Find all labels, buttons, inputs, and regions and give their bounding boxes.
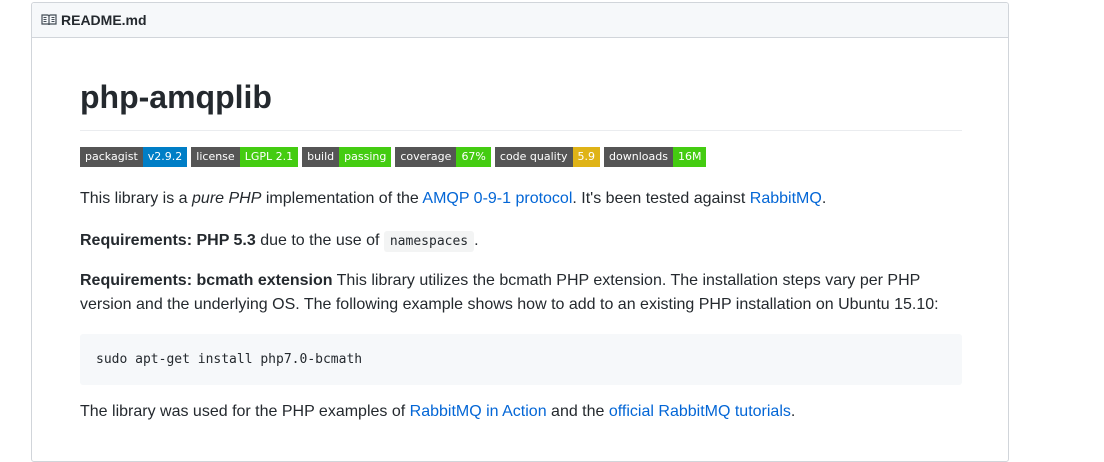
badge-value: v2.9.2 — [142, 147, 188, 167]
badge-code-quality[interactable]: code quality 5.9 — [494, 147, 601, 167]
requirements-bcmath-paragraph: Requirements: bcmath extension This libr… — [80, 269, 962, 317]
badge-label: code quality — [494, 147, 573, 167]
badge-label: license — [191, 147, 240, 167]
requirements-php-paragraph: Requirements: PHP 5.3 due to the use of … — [80, 229, 962, 254]
text: . — [474, 232, 479, 249]
text: . — [790, 403, 796, 420]
text: The library was used for the PHP example… — [80, 403, 410, 420]
page-title: php-amqplib — [80, 79, 272, 115]
badge-downloads[interactable]: downloads 16M — [604, 147, 707, 167]
rabbitmq-link[interactable]: RabbitMQ — [750, 190, 822, 207]
badge-coverage[interactable]: coverage 67% — [395, 147, 491, 167]
readme-panel: README.md php-amqplib packagist v2.9.2 l… — [31, 2, 1009, 462]
text: . It's been tested against — [572, 190, 750, 207]
intro-paragraph: This library is a pure PHP implementatio… — [80, 187, 962, 211]
badge-value: LGPL 2.1 — [239, 147, 299, 167]
badge-label: coverage — [395, 147, 457, 167]
inline-code: namespaces — [383, 231, 475, 252]
text: . — [821, 190, 827, 207]
badge-value: 67% — [456, 147, 491, 167]
amqp-protocol-link[interactable]: AMQP 0-9-1 protocol — [422, 190, 572, 207]
readme-header: README.md — [32, 3, 1008, 38]
title-divider — [80, 130, 962, 131]
badge-label: build — [302, 147, 340, 167]
text: and the — [546, 403, 609, 420]
text: due to the use of — [255, 232, 384, 249]
badge-value: passing — [339, 147, 392, 167]
badge-label: packagist — [80, 147, 143, 167]
readme-filename: README.md — [61, 12, 147, 28]
strong-text: Requirements: PHP 5.3 — [80, 232, 256, 249]
text: This library is a — [80, 190, 193, 207]
badge-build[interactable]: build passing — [302, 147, 392, 167]
strong-text: Requirements: bcmath extension — [80, 272, 333, 289]
code-block: sudo apt-get install php7.0-bcmath — [80, 334, 962, 385]
book-icon — [41, 12, 57, 28]
text: implementation of the — [261, 190, 423, 207]
badge-row: packagist v2.9.2 license LGPL 2.1 build … — [80, 147, 710, 167]
badge-label: downloads — [604, 147, 673, 167]
examples-paragraph: The library was used for the PHP example… — [80, 400, 962, 424]
rabbitmq-in-action-link[interactable]: RabbitMQ in Action — [410, 403, 547, 420]
emphasis-text: pure PHP — [192, 190, 262, 207]
badge-value: 16M — [672, 147, 707, 167]
badge-license[interactable]: license LGPL 2.1 — [191, 147, 299, 167]
official-tutorials-link[interactable]: official RabbitMQ tutorials — [609, 403, 791, 420]
badge-value: 5.9 — [572, 147, 601, 167]
badge-packagist[interactable]: packagist v2.9.2 — [80, 147, 188, 167]
